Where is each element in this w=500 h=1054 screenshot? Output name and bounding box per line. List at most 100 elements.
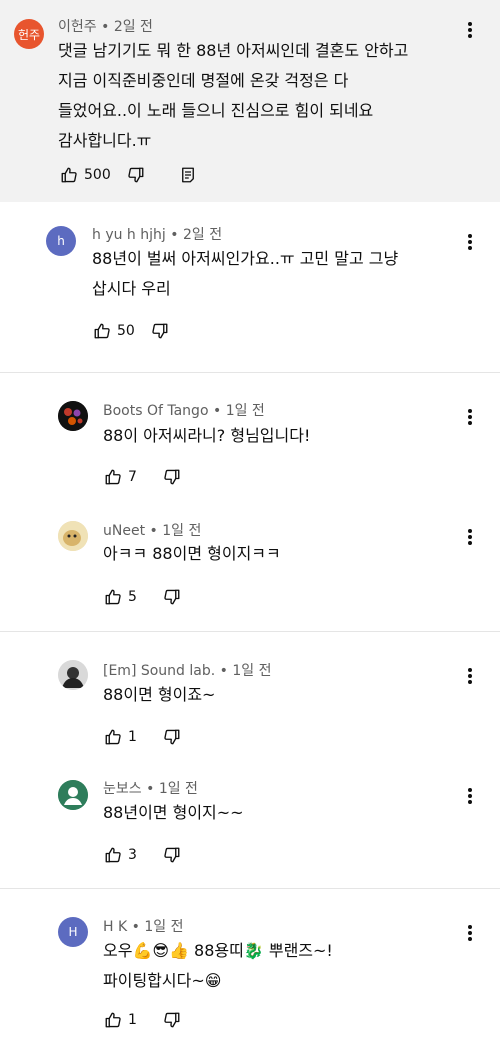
comment-line: 88이 아저씨라니? 형님입니다! <box>103 426 311 445</box>
thumbs-down-icon <box>152 323 168 339</box>
comment-author[interactable]: H K <box>103 919 127 935</box>
avatar[interactable]: H <box>58 917 88 947</box>
avatar-initials: h <box>57 234 65 248</box>
like-button[interactable]: 500 <box>60 166 111 184</box>
more-options-icon[interactable] <box>462 923 478 943</box>
like-count: 3 <box>128 847 137 863</box>
comment-line: 파이팅합시다~😁 <box>103 971 222 990</box>
comment-meta: Boots Of Tango • 1일 전 <box>103 403 265 419</box>
comment-time: 1일 전 <box>162 523 202 539</box>
comment-meta: h yu h hjhj • 2일 전 <box>92 227 223 243</box>
reply-button[interactable] <box>179 166 197 184</box>
more-options-icon[interactable] <box>462 786 478 806</box>
thumbs-up-icon <box>105 1012 121 1028</box>
comment: h h yu h hjhj • 2일 전 88년이 벌써 아저씨인가요..ㅠ 고… <box>0 202 500 372</box>
avatar[interactable]: h <box>46 226 76 256</box>
thumbs-down-icon <box>164 847 180 863</box>
avatar[interactable] <box>58 401 88 431</box>
comment-time: 1일 전 <box>158 781 198 797</box>
more-options-icon[interactable] <box>462 666 478 686</box>
like-button[interactable]: 1 <box>104 728 137 746</box>
like-count: 500 <box>84 167 111 183</box>
like-button[interactable]: 3 <box>104 846 137 864</box>
comment-line: 88년이면 형이지~~ <box>103 803 244 822</box>
comment-line: 댓글 남기기도 뭐 한 88년 아저씨인데 결혼도 안하고 <box>58 41 409 60</box>
avatar[interactable] <box>58 521 88 551</box>
comment-author[interactable]: [Em] Sound lab. <box>103 663 215 679</box>
default-avatar-icon <box>58 780 88 810</box>
dislike-button[interactable] <box>163 468 181 486</box>
like-count: 7 <box>128 469 137 485</box>
more-options-icon[interactable] <box>462 527 478 547</box>
more-options-icon[interactable] <box>462 407 478 427</box>
avatar-image-icon <box>58 660 88 690</box>
avatar[interactable] <box>58 660 88 690</box>
comment: [Em] Sound lab. • 1일 전 88이면 형이죠~ 1 <box>0 632 500 752</box>
thumbs-up-icon <box>105 847 121 863</box>
comment: H H K • 1일 전 오우💪😎👍 88용띠🐉 뿌랜즈~! 파이팅합시다~😁 … <box>0 889 500 1054</box>
comment-meta: H K • 1일 전 <box>103 919 184 935</box>
thumbs-up-icon <box>105 589 121 605</box>
like-button[interactable]: 7 <box>104 468 137 486</box>
comment-author[interactable]: uNeet <box>103 523 145 539</box>
like-button[interactable]: 50 <box>93 322 135 340</box>
comment: Boots Of Tango • 1일 전 88이 아저씨라니? 형님입니다! … <box>0 373 500 493</box>
like-count: 1 <box>128 729 137 745</box>
comment-author[interactable]: Boots Of Tango <box>103 403 209 419</box>
avatar-initials: H <box>68 925 78 939</box>
comment-author[interactable]: 눈보스 <box>103 781 142 797</box>
comment-actions: 3 <box>104 843 181 867</box>
more-options-icon[interactable] <box>462 20 478 40</box>
comment-time: 1일 전 <box>232 663 272 679</box>
comment-actions: 1 <box>104 725 181 749</box>
comment-line: 88년이 벌써 아저씨인가요..ㅠ 고민 말고 그냥 <box>92 249 399 268</box>
comment-meta: 눈보스 • 1일 전 <box>103 781 198 797</box>
like-count: 50 <box>117 323 135 339</box>
like-button[interactable]: 1 <box>104 1011 137 1029</box>
comment-actions: 5 <box>104 585 181 609</box>
comment-author[interactable]: 이헌주 <box>58 19 97 35</box>
comment-meta: 이헌주 • 2일 전 <box>58 19 153 35</box>
thumbs-up-icon <box>105 469 121 485</box>
comment-line: 아ㅋㅋ 88이면 형이지ㅋㅋ <box>103 544 281 563</box>
dislike-button[interactable] <box>151 322 169 340</box>
thumbs-down-icon <box>128 167 144 183</box>
comment-text: 88년이면 형이지~~ <box>103 798 244 828</box>
dislike-button[interactable] <box>163 1011 181 1029</box>
dislike-button[interactable] <box>163 588 181 606</box>
comment-line: 오우💪😎👍 88용띠🐉 뿌랜즈~! <box>103 941 333 960</box>
comment-highlighted: 헌주 이헌주 • 2일 전 댓글 남기기도 뭐 한 88년 아저씨인데 결혼도 … <box>0 0 500 202</box>
comment-line: 삽시다 우리 <box>92 279 171 298</box>
comment: uNeet • 1일 전 아ㅋㅋ 88이면 형이지ㅋㅋ 5 <box>0 493 500 631</box>
comment-time: 1일 전 <box>225 403 265 419</box>
comment-time: 1일 전 <box>144 919 184 935</box>
comment-author[interactable]: h yu h hjhj <box>92 227 166 243</box>
thumbs-down-icon <box>164 469 180 485</box>
comment-meta: uNeet • 1일 전 <box>103 523 202 539</box>
like-count: 1 <box>128 1012 137 1028</box>
comment-actions: 50 <box>93 319 169 343</box>
thumbs-down-icon <box>164 1012 180 1028</box>
dislike-button[interactable] <box>163 846 181 864</box>
comment-text: 아ㅋㅋ 88이면 형이지ㅋㅋ <box>103 539 281 569</box>
like-button[interactable]: 5 <box>104 588 137 606</box>
avatar[interactable] <box>58 780 88 810</box>
comment-text: 88이면 형이죠~ <box>103 680 215 710</box>
comment-line: 88이면 형이죠~ <box>103 685 216 704</box>
avatar[interactable]: 헌주 <box>14 19 44 49</box>
comment-time: 2일 전 <box>182 227 223 243</box>
comment-text: 오우💪😎👍 88용띠🐉 뿌랜즈~! 파이팅합시다~😁 <box>103 936 333 996</box>
comment-actions: 1 <box>104 1008 181 1032</box>
reply-icon <box>181 167 194 183</box>
comment-line: 들었어요..이 노래 들으니 진심으로 힘이 되네요 <box>58 101 374 120</box>
like-count: 5 <box>128 589 137 605</box>
thumbs-up-icon <box>105 729 121 745</box>
comment-time: 2일 전 <box>113 19 153 35</box>
comment-actions: 7 <box>104 465 181 489</box>
dislike-button[interactable] <box>127 166 145 184</box>
more-options-icon[interactable] <box>462 232 478 252</box>
thumbs-down-icon <box>164 589 180 605</box>
avatar-image-icon <box>58 521 88 551</box>
dislike-button[interactable] <box>163 728 181 746</box>
thumbs-up-icon <box>61 167 77 183</box>
